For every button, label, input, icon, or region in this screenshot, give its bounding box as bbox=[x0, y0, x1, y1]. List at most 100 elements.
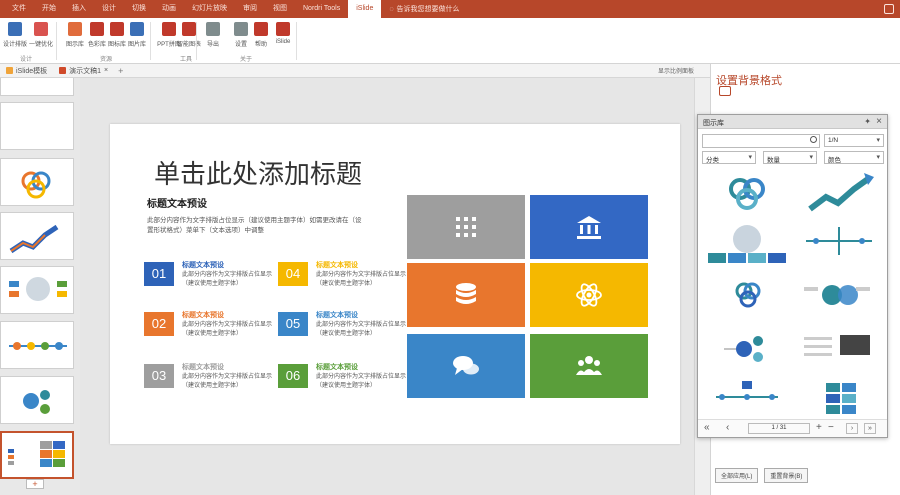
slide-thumbnail[interactable] bbox=[0, 212, 74, 260]
diagram-preview bbox=[808, 173, 874, 212]
ribbon-tab[interactable]: iSlide bbox=[348, 0, 382, 18]
item-title[interactable]: 标题文本预设 bbox=[182, 362, 224, 372]
bank-icon bbox=[577, 216, 601, 239]
color-dropdown[interactable]: 颜色 bbox=[824, 151, 884, 164]
doc-tab-presentation[interactable]: 演示文稿1 × bbox=[53, 66, 114, 76]
doc-tab-islide[interactable]: iSlide模板 bbox=[0, 66, 53, 76]
icon-tile[interactable] bbox=[407, 334, 525, 398]
ribbon-tab[interactable]: 设计 bbox=[94, 0, 124, 18]
ribbon-button-label: 一键优化 bbox=[28, 42, 53, 48]
doc-tab-label: 演示文稿1 bbox=[69, 67, 102, 75]
zoom-in-icon[interactable]: + bbox=[816, 422, 822, 433]
slide-description[interactable]: 此部分内容作为文字排版占位显示（建议使用主题字体）如需更改请在（设置形状格式）菜… bbox=[147, 216, 367, 236]
item-text[interactable]: 此部分内容作为文字排版占位显示（建议使用主题字体） bbox=[182, 271, 274, 289]
library-item[interactable] bbox=[704, 323, 790, 371]
zoom-out-icon[interactable]: − bbox=[828, 422, 834, 433]
ribbon-button[interactable]: 图片库 bbox=[124, 21, 150, 51]
slide-thumbnail[interactable] bbox=[0, 321, 74, 369]
library-item[interactable] bbox=[796, 375, 882, 423]
add-slide-button[interactable]: + bbox=[26, 479, 44, 489]
icon-tile[interactable] bbox=[530, 263, 648, 327]
ribbon-tab[interactable]: 动画 bbox=[154, 0, 184, 18]
item-title[interactable]: 标题文本预设 bbox=[316, 260, 358, 270]
count-dropdown[interactable]: 1/N bbox=[824, 134, 884, 147]
tell-me-box[interactable]: ◌ 告诉我您想要做什么 bbox=[389, 4, 459, 14]
window-restore-icon[interactable] bbox=[884, 4, 894, 14]
slide-thumbnail[interactable] bbox=[0, 266, 74, 314]
item-number[interactable]: 04 bbox=[278, 262, 308, 286]
slide-thumbnail[interactable] bbox=[0, 78, 74, 96]
ribbon-tab[interactable]: 切换 bbox=[124, 0, 154, 18]
reset-background-button[interactable]: 重置背景(B) bbox=[764, 468, 809, 483]
ribbon-tab[interactable]: Nordri Tools bbox=[295, 0, 348, 18]
item-text[interactable]: 此部分内容作为文字排版占位显示（建议使用主题字体） bbox=[182, 321, 274, 339]
icon-tile[interactable] bbox=[407, 195, 525, 259]
fill-bucket-icon[interactable] bbox=[719, 86, 731, 96]
ribbon-tab[interactable]: 插入 bbox=[64, 0, 94, 18]
slide-canvas[interactable]: 单击此处添加标题 标题文本预设 此部分内容作为文字排版占位显示（建议使用主题字体… bbox=[110, 124, 680, 444]
ribbon-separator bbox=[296, 22, 297, 60]
ribbon-tab[interactable]: 幻灯片放映 bbox=[184, 0, 235, 18]
ribbon-tab[interactable]: 开始 bbox=[34, 0, 64, 18]
thumb-diagram bbox=[23, 390, 50, 414]
item-title[interactable]: 标题文本预设 bbox=[316, 310, 358, 320]
ribbon-button[interactable]: iSlide bbox=[270, 21, 296, 51]
close-icon[interactable]: × bbox=[876, 116, 882, 127]
icon-tile[interactable] bbox=[407, 263, 525, 327]
library-item[interactable] bbox=[796, 323, 882, 371]
prev-page-icon[interactable]: ‹ bbox=[726, 422, 729, 433]
tell-me-label: 告诉我您想要做什么 bbox=[396, 6, 460, 13]
add-tab-button[interactable]: + bbox=[114, 66, 127, 76]
apply-all-button[interactable]: 全部应用(L) bbox=[715, 468, 759, 483]
library-item[interactable] bbox=[704, 271, 790, 319]
slide-thumbnail[interactable] bbox=[0, 102, 74, 150]
page-indicator[interactable]: 1 / 31 bbox=[748, 423, 810, 434]
ribbon-tab[interactable]: 视图 bbox=[265, 0, 295, 18]
library-item[interactable] bbox=[796, 271, 882, 319]
quantity-dropdown[interactable]: 数量 bbox=[763, 151, 817, 164]
ribbon-button-label: iSlide bbox=[275, 39, 291, 45]
slide-thumbnail-selected[interactable] bbox=[0, 431, 74, 479]
diagram-preview bbox=[804, 285, 870, 305]
item-number[interactable]: 02 bbox=[144, 312, 174, 336]
next-page-icon[interactable]: › bbox=[846, 423, 858, 434]
item-title[interactable]: 标题文本预设 bbox=[316, 362, 358, 372]
library-item[interactable] bbox=[796, 167, 882, 215]
category-dropdown[interactable]: 分类 bbox=[702, 151, 756, 164]
icon-tile[interactable] bbox=[530, 334, 648, 398]
diagram-preview bbox=[806, 227, 872, 255]
last-page-icon[interactable]: » bbox=[864, 423, 876, 434]
ribbon-button[interactable]: 智能图表 bbox=[176, 21, 202, 51]
library-header[interactable]: 图示库 ✦ × bbox=[698, 115, 887, 129]
item-title[interactable]: 标题文本预设 bbox=[182, 260, 224, 270]
item-number[interactable]: 05 bbox=[278, 312, 308, 336]
zoom-panel-toggle[interactable]: 显示比例面板 bbox=[658, 66, 694, 75]
item-number[interactable]: 03 bbox=[144, 364, 174, 388]
item-number[interactable]: 01 bbox=[144, 262, 174, 286]
ribbon-tab[interactable]: 审阅 bbox=[235, 0, 265, 18]
library-item[interactable] bbox=[704, 219, 790, 267]
library-item[interactable] bbox=[796, 219, 882, 267]
first-page-icon[interactable]: « bbox=[704, 422, 710, 433]
library-search-input[interactable] bbox=[702, 134, 820, 148]
item-text[interactable]: 此部分内容作为文字排版占位显示（建议使用主题字体） bbox=[316, 321, 408, 339]
icon-tile[interactable] bbox=[530, 195, 648, 259]
item-title[interactable]: 标题文本预设 bbox=[182, 310, 224, 320]
ribbon-button[interactable]: 导出 bbox=[200, 21, 226, 51]
item-text[interactable]: 此部分内容作为文字排版占位显示（建议使用主题字体） bbox=[316, 373, 408, 391]
slide-thumbnail[interactable] bbox=[0, 376, 74, 424]
library-item[interactable] bbox=[704, 375, 790, 423]
ribbon-tab[interactable]: 文件 bbox=[4, 0, 34, 18]
close-icon[interactable]: × bbox=[104, 67, 108, 74]
ribbon-button[interactable]: 设计排版 bbox=[2, 21, 28, 51]
ribbon-button[interactable]: 一键优化 bbox=[28, 21, 54, 51]
slide-thumbnail[interactable] bbox=[0, 158, 74, 206]
slide-title[interactable]: 单击此处添加标题 bbox=[154, 154, 362, 191]
pin-icon[interactable]: ✦ bbox=[864, 117, 871, 126]
item-text[interactable]: 此部分内容作为文字排版占位显示（建议使用主题字体） bbox=[182, 373, 274, 391]
item-number[interactable]: 06 bbox=[278, 364, 308, 388]
search-icon[interactable] bbox=[810, 136, 817, 143]
item-text[interactable]: 此部分内容作为文字排版占位显示（建议使用主题字体） bbox=[316, 271, 408, 289]
library-item[interactable] bbox=[704, 167, 790, 215]
slide-subtitle[interactable]: 标题文本预设 bbox=[147, 195, 207, 210]
